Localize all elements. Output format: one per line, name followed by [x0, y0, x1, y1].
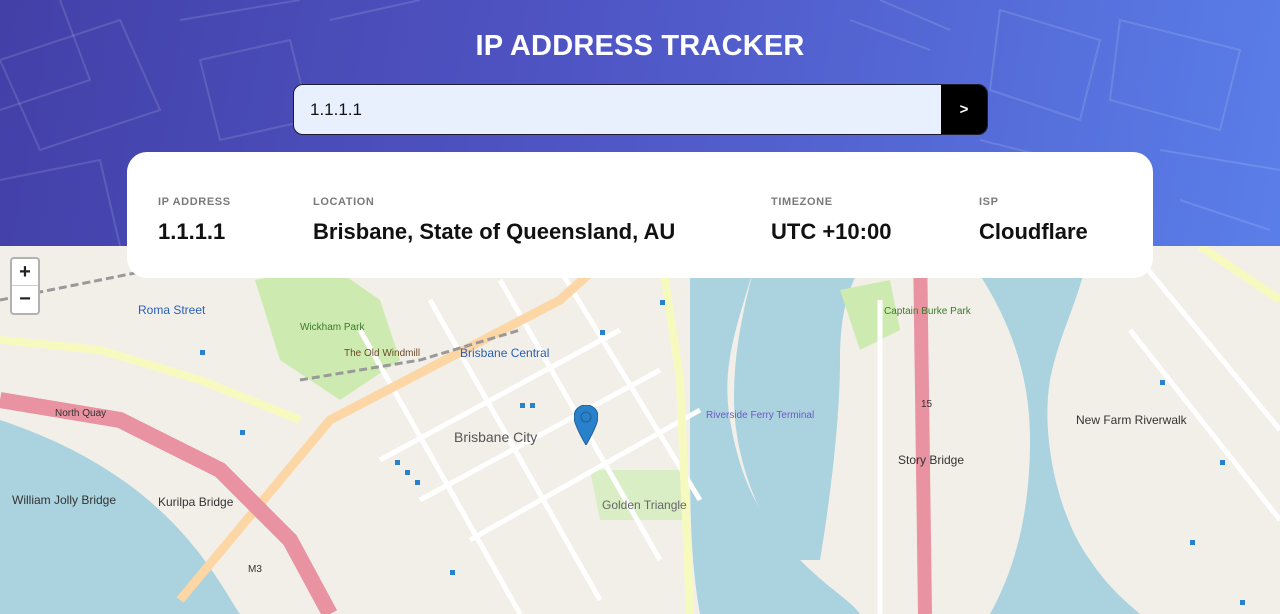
isp-field: ISP Cloudflare — [979, 196, 1088, 245]
timezone-field: TIMEZONE UTC +10:00 — [771, 196, 891, 245]
label-brisbane-city: Brisbane City — [454, 429, 537, 445]
location-field: LOCATION Brisbane, State of Queensland, … — [313, 196, 675, 245]
map[interactable]: Roma Street Brisbane Central Brisbane Ci… — [0, 246, 1280, 614]
ip-field: IP ADDRESS 1.1.1.1 — [158, 196, 231, 245]
map-tiles: Roma Street Brisbane Central Brisbane Ci… — [0, 246, 1280, 614]
timezone-label: TIMEZONE — [771, 196, 833, 208]
label-route-15: 15 — [921, 399, 933, 410]
label-riverside-ferry: Riverside Ferry Terminal — [706, 410, 814, 421]
timezone-value: UTC +10:00 — [771, 219, 892, 244]
ip-value: 1.1.1.1 — [158, 219, 226, 244]
isp-label: ISP — [979, 196, 999, 208]
submit-button[interactable]: > — [941, 85, 987, 134]
ip-search-input[interactable] — [294, 85, 941, 134]
label-kurilpa: Kurilpa Bridge — [158, 495, 234, 509]
page-title: IP ADDRESS TRACKER — [475, 30, 805, 62]
zoom-in-button[interactable]: + — [12, 259, 38, 286]
label-new-farm: New Farm Riverwalk — [1076, 413, 1188, 427]
label-william-jolly: William Jolly Bridge — [12, 493, 116, 507]
location-value: Brisbane, State of Queensland, AU — [313, 219, 676, 244]
info-card: IP ADDRESS 1.1.1.1 LOCATION Brisbane, St… — [127, 152, 1153, 278]
label-brisbane-central: Brisbane Central — [460, 346, 549, 360]
label-captain-burke: Captain Burke Park — [884, 306, 972, 317]
location-label: LOCATION — [313, 196, 375, 208]
isp-value: Cloudflare — [979, 219, 1088, 244]
label-golden-triangle: Golden Triangle — [602, 498, 687, 512]
label-north-quay: North Quay — [55, 408, 106, 419]
label-roma-street: Roma Street — [138, 303, 206, 317]
search-form: > — [293, 84, 988, 135]
zoom-out-button[interactable]: − — [12, 286, 38, 313]
label-m3: M3 — [248, 564, 262, 575]
location-marker-icon[interactable] — [573, 404, 599, 450]
label-wickham-park: Wickham Park — [300, 322, 365, 333]
label-story-bridge: Story Bridge — [898, 453, 964, 467]
label-old-windmill: The Old Windmill — [344, 348, 420, 359]
ip-label: IP ADDRESS — [158, 196, 231, 208]
zoom-control: + − — [10, 257, 40, 315]
